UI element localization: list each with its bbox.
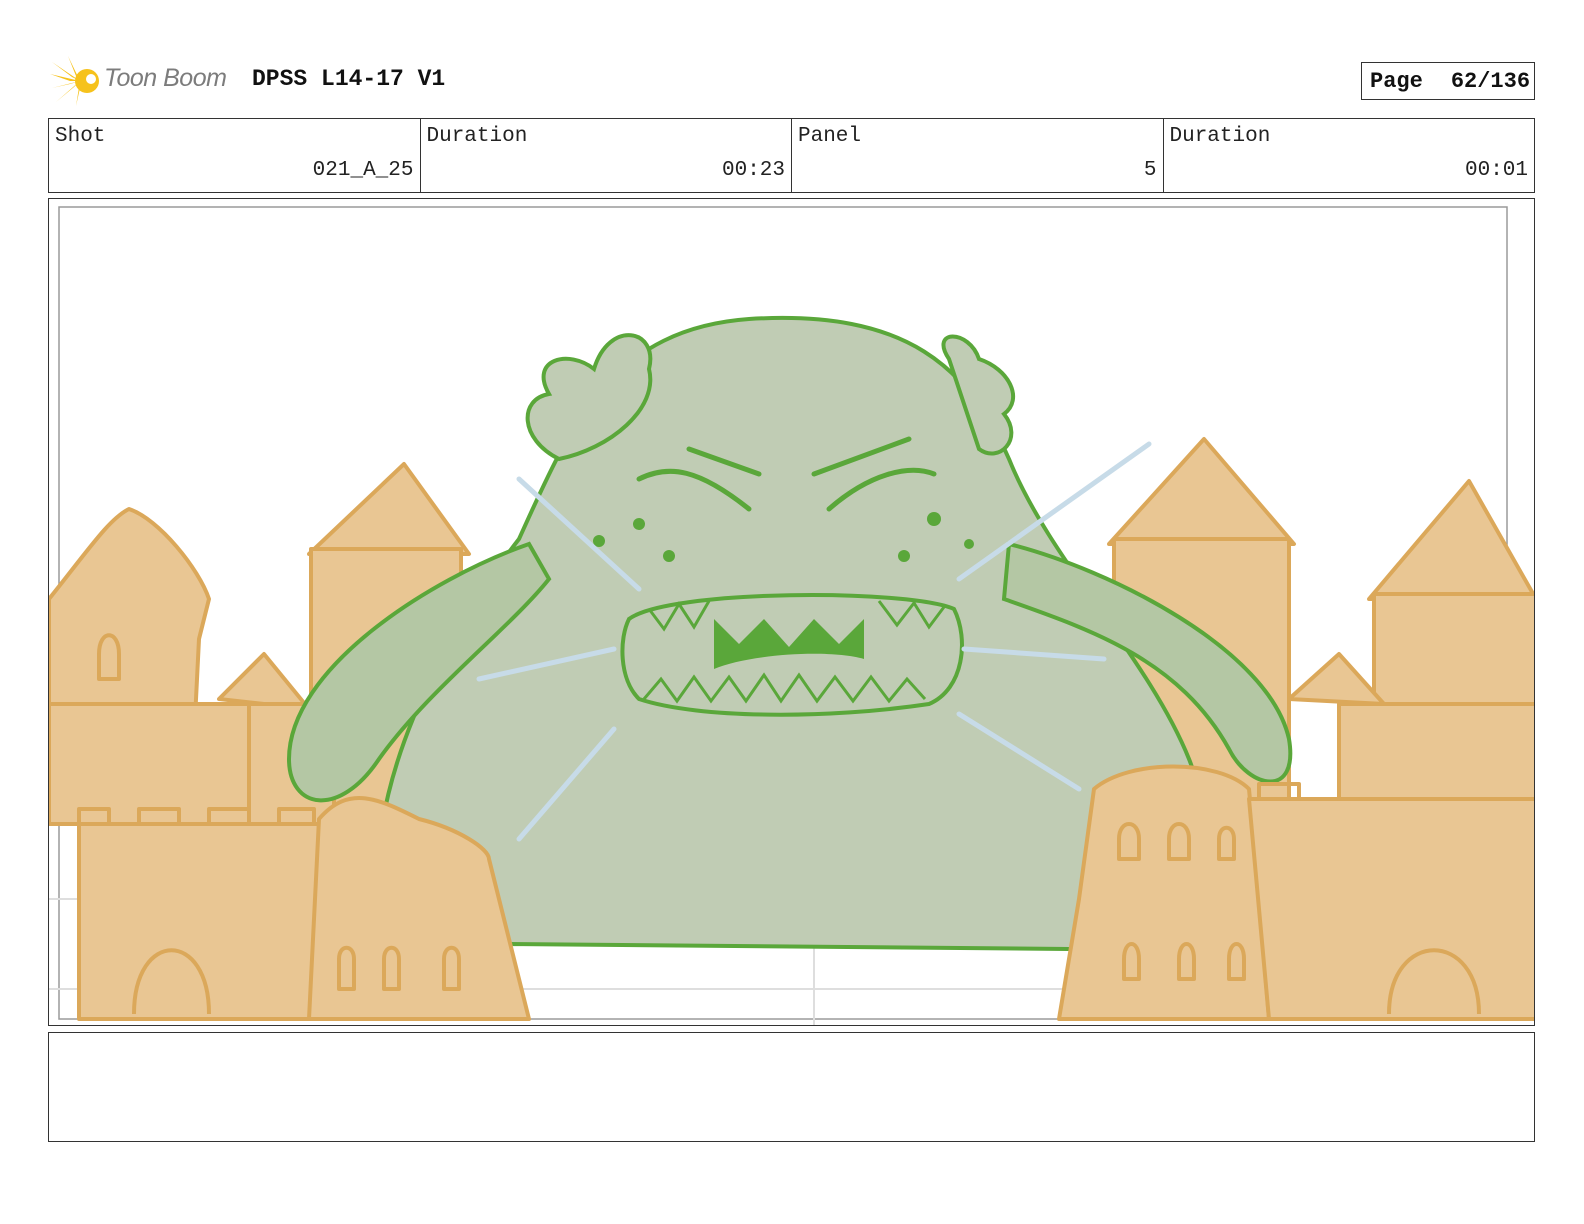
storyboard-panel-frame [48,198,1535,1026]
panel-label: Panel [798,125,862,148]
starburst-logo-icon [50,56,99,106]
document-title: DPSS L14-17 V1 [252,66,446,92]
panel-value: 5 [1143,159,1157,182]
panel-duration-label: Duration [1169,125,1271,148]
page-number: 62/136 [1450,68,1531,94]
shot-cell: Shot 021_A_25 [49,119,421,192]
shot-duration-cell: Duration 00:23 [421,119,792,192]
panel-duration-cell: Duration 00:01 [1164,119,1535,192]
shot-duration-label: Duration [426,125,528,148]
page-indicator: Page 62/136 [1361,62,1535,100]
shot-duration-value: 00:23 [721,159,785,182]
logo-text: Toon Boom [104,64,227,92]
page-header: Toon Boom DPSS L14-17 V1 Page 62/136 [50,52,1535,108]
shot-label: Shot [55,125,106,148]
shot-info-row: Shot 021_A_25 Duration 00:23 Panel 5 Dur… [48,118,1535,193]
panel-duration-value: 00:01 [1464,159,1528,182]
page-label: Page [1370,68,1423,94]
shot-value: 021_A_25 [312,159,414,182]
toon-boom-logo: Toon Boom [50,56,240,106]
panel-cell: Panel 5 [792,119,1164,192]
panel-drawing [49,206,1534,1025]
panel-notes-box [48,1032,1535,1142]
